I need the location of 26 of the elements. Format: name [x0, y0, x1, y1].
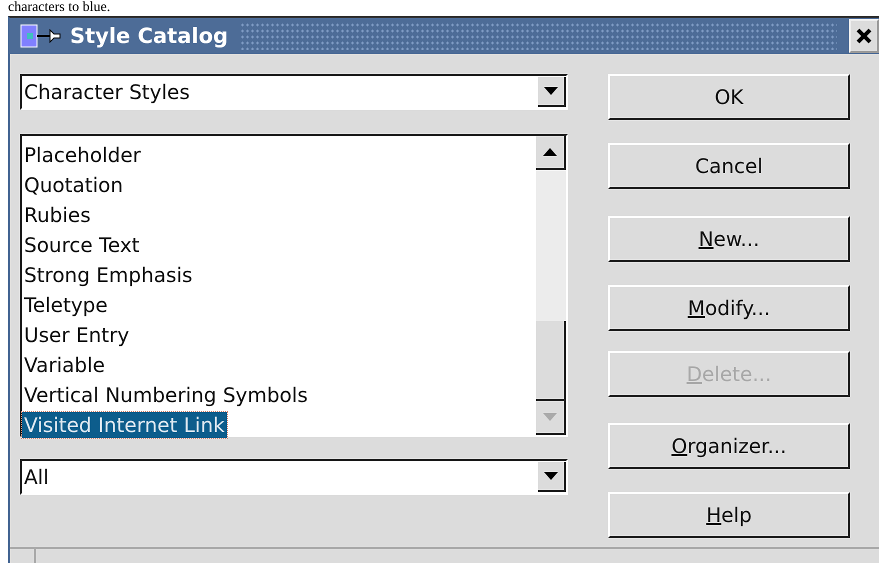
list-item[interactable]: Vertical Numbering Symbols: [22, 382, 310, 408]
dialog-button[interactable]: Cancel: [608, 143, 850, 189]
list-item[interactable]: Placeholder: [22, 142, 143, 168]
dialog-button[interactable]: OK: [608, 74, 850, 120]
scrollbar[interactable]: [536, 136, 566, 435]
dialog-button[interactable]: Modify...: [608, 285, 850, 331]
window-title: Style Catalog: [70, 24, 228, 48]
scroll-up-icon[interactable]: [536, 136, 566, 170]
caption-text: characters to blue.: [7, 0, 112, 16]
list-item[interactable]: Variable: [22, 352, 107, 378]
list-item[interactable]: User Entry: [22, 322, 132, 348]
dialog-button[interactable]: Organizer...: [608, 423, 850, 469]
dialog-button[interactable]: New...: [608, 216, 850, 262]
scroll-down-icon[interactable]: [536, 401, 566, 435]
list-item[interactable]: Rubies: [22, 202, 93, 228]
scroll-thumb[interactable]: [536, 321, 566, 401]
category-dropdown[interactable]: Character Styles: [20, 74, 568, 110]
dialog-button[interactable]: Help: [608, 492, 850, 538]
close-icon: [856, 28, 872, 44]
list-item[interactable]: Strong Emphasis: [22, 262, 194, 288]
list-item[interactable]: Quotation: [22, 172, 126, 198]
list-item[interactable]: Visited Internet Link: [22, 412, 227, 438]
filter-dropdown[interactable]: All: [20, 459, 568, 495]
list-item[interactable]: Source Text: [22, 232, 142, 258]
close-button[interactable]: [849, 19, 879, 53]
list-item[interactable]: Teletype: [22, 292, 110, 318]
